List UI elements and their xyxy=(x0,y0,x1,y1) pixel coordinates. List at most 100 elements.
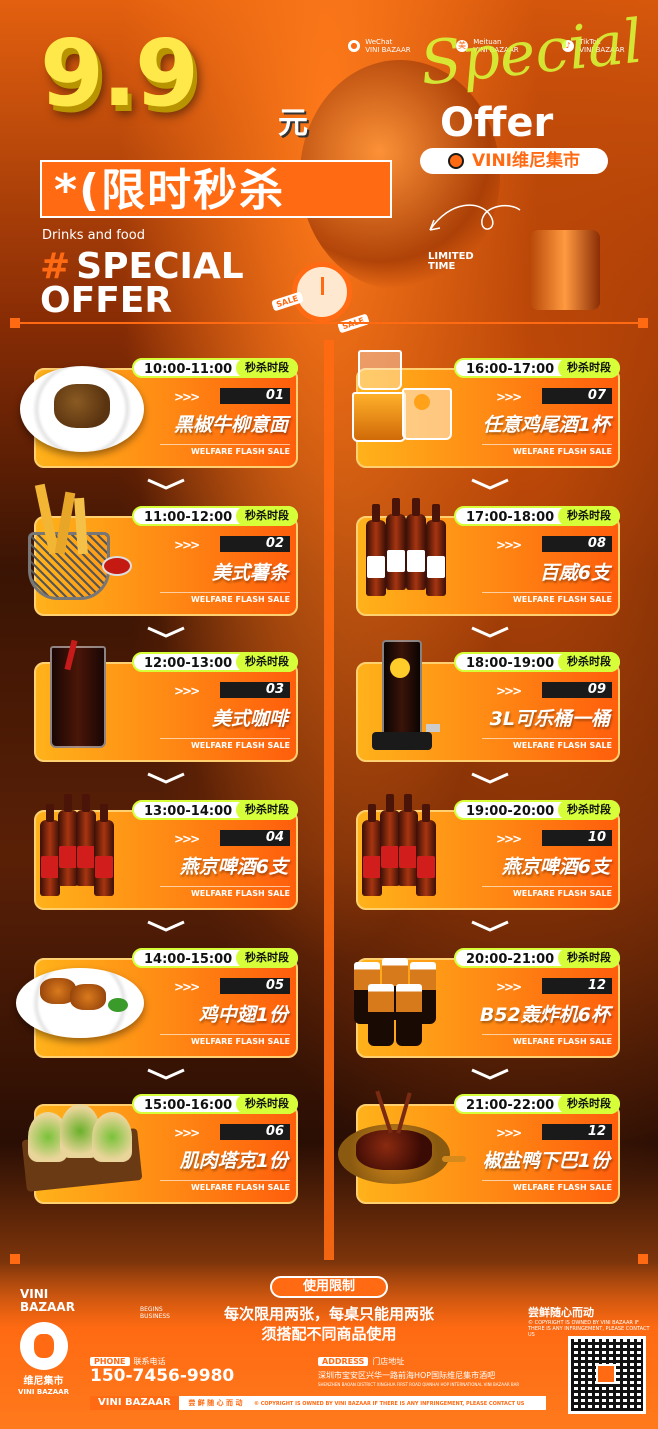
offer-card-03[interactable]: 12:00-13:00 秒杀时段 >>> 03 美式咖啡 WELFARE FLA… xyxy=(34,639,298,762)
address-label: ADDRESS 门店地址 xyxy=(318,1356,404,1367)
item-number: 05 xyxy=(220,978,290,994)
drinks-and-food: Drinks and food xyxy=(42,228,145,243)
welfare-label: WELFARE FLASH SALE xyxy=(482,592,612,607)
item-name: 3L可乐桶一桶 xyxy=(489,708,610,730)
address-label-sub: 门店地址 xyxy=(372,1357,405,1366)
b52-shots-image xyxy=(342,948,460,1048)
offer-word-left: OFFER xyxy=(40,280,173,321)
corner-mark xyxy=(638,318,648,328)
arrows-icon: >>> xyxy=(496,684,522,698)
item-name: 燕京啤酒6支 xyxy=(501,856,610,878)
welfare-label: WELFARE FLASH SALE xyxy=(160,886,290,901)
yanjing-beer-image xyxy=(342,794,460,900)
pasta-image xyxy=(20,358,144,458)
arrows-icon: >>> xyxy=(496,832,522,846)
item-number: 12 xyxy=(542,978,612,994)
item-number: 04 xyxy=(220,830,290,846)
flash-sale-tag: 秒杀时段 xyxy=(558,652,620,672)
item-name: B52轰炸机6杯 xyxy=(479,1004,610,1026)
arrows-icon: >>> xyxy=(174,390,200,404)
item-name: 黑椒牛柳意面 xyxy=(173,414,288,436)
item-name: 鸡中翅1份 xyxy=(198,1004,288,1026)
item-number: 06 xyxy=(220,1124,290,1140)
rule-line-2: 须搭配不同商品使用 xyxy=(261,1325,397,1343)
brand-line2: BAZAAR xyxy=(20,1300,75,1314)
item-number: 03 xyxy=(220,682,290,698)
swirl-arrow-icon xyxy=(429,204,521,231)
limited-time: LIMITED TIME xyxy=(428,252,474,272)
offer-card-07[interactable]: 16:00-17:00 秒杀时段 >>> 07 任意鸡尾酒1杯 WELFARE … xyxy=(352,350,620,468)
item-number: 10 xyxy=(542,830,612,846)
welfare-label: WELFARE FLASH SALE xyxy=(160,1180,290,1195)
chevron-down-icon xyxy=(147,626,185,638)
item-number: 09 xyxy=(542,682,612,698)
item-number: 02 xyxy=(220,536,290,552)
phone-label-sub: 联系电话 xyxy=(133,1357,166,1366)
wechat-icon: ● xyxy=(348,40,360,52)
offer-card-12[interactable]: 21:00-22:00 秒杀时段 >>> 12 椒盐鸭下巴1份 WELFARE … xyxy=(338,1090,620,1204)
corner-mark xyxy=(10,318,20,328)
offer-card-11[interactable]: 20:00-21:00 秒杀时段 >>> 12 B52轰炸机6杯 WELFARE… xyxy=(354,948,620,1058)
offer-card-04[interactable]: 13:00-14:00 秒杀时段 >>> 04 燕京啤酒6支 WELFARE F… xyxy=(34,794,298,910)
item-name: 美式薯条 xyxy=(211,562,288,584)
item-name: 燕京啤酒6支 xyxy=(179,856,288,878)
cup-decoration xyxy=(530,230,600,310)
item-number: 07 xyxy=(542,388,612,404)
alarm-clock-icon xyxy=(292,262,352,322)
chevron-down-icon xyxy=(471,772,509,784)
welfare-label: WELFARE FLASH SALE xyxy=(160,738,290,753)
arrows-icon: >>> xyxy=(496,538,522,552)
bear-name-en: VINI BAZAAR xyxy=(18,1388,69,1396)
flash-sale-tag: 秒杀时段 xyxy=(236,506,298,526)
item-name: 肌肉塔克1份 xyxy=(179,1150,288,1172)
biz-line2: BUSINESS xyxy=(140,1313,170,1320)
arrows-icon: >>> xyxy=(174,832,200,846)
offer-card-08[interactable]: 17:00-18:00 秒杀时段 >>> 08 百威6支 WELFARE FLA… xyxy=(356,498,620,616)
begins-business: BEGINS BUSINESS xyxy=(140,1306,170,1320)
biz-line1: BEGINS xyxy=(140,1306,163,1313)
headline: *(限时秒杀 xyxy=(40,160,392,218)
welfare-label: WELFARE FLASH SALE xyxy=(482,738,612,753)
arrows-icon: >>> xyxy=(174,538,200,552)
arrows-icon: >>> xyxy=(496,980,522,994)
offer-card-10[interactable]: 19:00-20:00 秒杀时段 >>> 10 燕京啤酒6支 WELFARE F… xyxy=(356,794,620,910)
chevron-down-icon xyxy=(147,478,185,490)
offer-card-05[interactable]: 14:00-15:00 秒杀时段 >>> 05 鸡中翅1份 WELFARE FL… xyxy=(16,948,298,1058)
offer-card-01[interactable]: 10:00-11:00 秒杀时段 >>> 01 黑椒牛柳意面 WELFARE F… xyxy=(20,358,298,468)
poster: 9.9 元 *(限时秒杀 Drinks and food # SPECIAL OF… xyxy=(0,0,658,1429)
phone-number[interactable]: 150-7456-9980 xyxy=(90,1366,234,1386)
special-script: Special xyxy=(416,6,646,100)
chevron-down-icon xyxy=(471,1068,509,1080)
chevron-down-icon xyxy=(471,920,509,932)
offer-card-06[interactable]: 15:00-16:00 秒杀时段 >>> 06 肌肉塔克1份 WELFARE F… xyxy=(21,1094,298,1204)
social-label: WeChat xyxy=(365,38,393,46)
welfare-label: WELFARE FLASH SALE xyxy=(482,444,612,459)
bear-logo-label: 维尼集市 VINI BAZAAR xyxy=(18,1376,69,1398)
arrows-icon: >>> xyxy=(496,1126,522,1140)
flash-sale-tag: 秒杀时段 xyxy=(558,358,620,378)
cola-tower-image xyxy=(342,640,460,752)
vini-market-pill: VINI维尼集市 xyxy=(420,148,608,174)
welfare-label: WELFARE FLASH SALE xyxy=(482,1180,612,1195)
usage-limit-pill: 使用限制 xyxy=(270,1276,388,1298)
offer-card-02[interactable]: 11:00-12:00 秒杀时段 >>> 02 美式薯条 WELFARE FLA… xyxy=(28,483,298,616)
special-offer-title: # SPECIAL OFFER xyxy=(40,249,244,321)
divider-bar xyxy=(10,322,648,334)
arrows-icon: >>> xyxy=(174,684,200,698)
chevron-down-icon xyxy=(147,1068,185,1080)
fries-image xyxy=(20,483,138,606)
item-number: 01 xyxy=(220,388,290,404)
strip-copy: © COPYRIGHT IS OWNED BY VINI BAZAAR IF T… xyxy=(253,1401,525,1407)
offer-card-09[interactable]: 18:00-19:00 秒杀时段 >>> 09 3L可乐桶一桶 WELFARE … xyxy=(356,640,620,762)
chevron-down-icon xyxy=(471,626,509,638)
social-sub: VINI BAZAAR xyxy=(365,46,411,54)
flash-sale-tag: 秒杀时段 xyxy=(558,800,620,820)
center-divider xyxy=(324,340,334,1260)
bear-name-cn: 维尼集市 xyxy=(23,1376,64,1387)
flash-sale-tag: 秒杀时段 xyxy=(558,506,620,526)
budweiser-image xyxy=(342,498,460,606)
taco-image xyxy=(20,1094,143,1194)
arrows-icon: >>> xyxy=(496,390,522,404)
item-name: 百威6支 xyxy=(539,562,610,584)
chevron-down-icon xyxy=(471,478,509,490)
